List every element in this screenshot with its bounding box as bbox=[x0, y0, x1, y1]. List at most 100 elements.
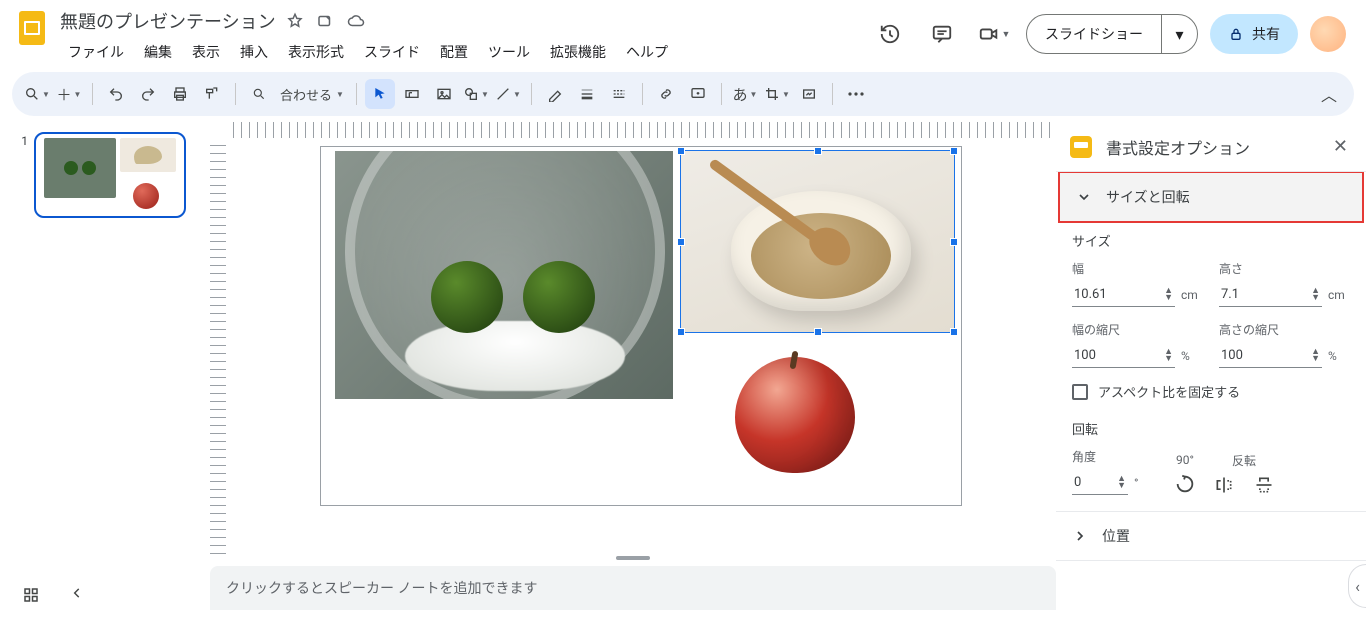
menu-arrange[interactable]: 配置 bbox=[432, 38, 476, 66]
height-input[interactable]: 7.1▲▼ bbox=[1219, 283, 1322, 307]
format-options-title: 書式設定オプション bbox=[1106, 135, 1250, 159]
flip-vertical-button[interactable] bbox=[1254, 475, 1274, 495]
section-position-header[interactable]: 位置 bbox=[1056, 512, 1366, 560]
vertical-ruler bbox=[210, 138, 226, 554]
comments-icon[interactable] bbox=[922, 14, 962, 54]
history-icon[interactable] bbox=[870, 14, 910, 54]
star-icon[interactable] bbox=[286, 12, 304, 30]
height-scale-input[interactable]: 100▲▼ bbox=[1219, 344, 1322, 368]
resize-handle-br[interactable] bbox=[950, 328, 958, 336]
slide-image-bowl[interactable] bbox=[335, 151, 673, 399]
width-input[interactable]: 10.61▲▼ bbox=[1072, 283, 1175, 307]
border-weight-button[interactable] bbox=[572, 79, 602, 109]
width-scale-label: 幅の縮尺 bbox=[1072, 321, 1203, 338]
search-menus-button[interactable]: ▼ bbox=[22, 79, 52, 109]
menu-tools[interactable]: ツール bbox=[480, 38, 538, 66]
menu-insert[interactable]: 挿入 bbox=[232, 38, 276, 66]
menu-edit[interactable]: 編集 bbox=[136, 38, 180, 66]
toolbar: ▼ ＋▼ 合わせる▼ ▼ ▼ あ▼ ▼ ︿ bbox=[12, 72, 1354, 116]
slide-number-1: 1 bbox=[18, 132, 28, 218]
notes-resize-handle[interactable] bbox=[616, 556, 650, 560]
rotate-90-label: 90° bbox=[1176, 453, 1194, 467]
comment-button[interactable] bbox=[683, 79, 713, 109]
rotation-subheading: 回転 bbox=[1072, 419, 1350, 438]
slideshow-dropdown[interactable]: ▾ bbox=[1161, 15, 1197, 53]
resize-handle-bl[interactable] bbox=[677, 328, 685, 336]
grid-view-icon[interactable] bbox=[22, 586, 40, 604]
chevron-right-icon bbox=[1072, 528, 1088, 544]
cloud-status-icon[interactable] bbox=[346, 12, 366, 30]
slide-image-apple[interactable] bbox=[713, 341, 883, 491]
undo-button[interactable] bbox=[101, 79, 131, 109]
zoom-button[interactable] bbox=[244, 79, 274, 109]
paint-format-button[interactable] bbox=[197, 79, 227, 109]
section-size-rotate-header[interactable]: サイズと回転 bbox=[1058, 171, 1364, 223]
height-scale-label: 高さの縮尺 bbox=[1219, 321, 1350, 338]
section-position-label: 位置 bbox=[1102, 526, 1130, 546]
resize-handle-tr[interactable] bbox=[950, 147, 958, 155]
menu-view[interactable]: 表示 bbox=[184, 38, 228, 66]
angle-unit: ° bbox=[1134, 476, 1156, 490]
resize-handle-mr[interactable] bbox=[950, 238, 958, 246]
resize-handle-tl[interactable] bbox=[677, 147, 685, 155]
link-button[interactable] bbox=[651, 79, 681, 109]
size-subheading: サイズ bbox=[1072, 231, 1350, 250]
close-panel-button[interactable]: ✕ bbox=[1329, 132, 1352, 161]
rotate-90-button[interactable] bbox=[1174, 473, 1196, 495]
menu-format[interactable]: 表示形式 bbox=[280, 38, 352, 66]
reset-image-button[interactable] bbox=[794, 79, 824, 109]
menu-bar: ファイル 編集 表示 挿入 表示形式 スライド 配置 ツール 拡張機能 ヘルプ bbox=[60, 38, 676, 66]
resize-handle-bm[interactable] bbox=[814, 328, 822, 336]
document-title[interactable]: 無題のプレゼンテーション bbox=[60, 8, 276, 34]
lock-icon bbox=[1228, 26, 1244, 42]
width-scale-unit: % bbox=[1181, 349, 1203, 363]
flip-horizontal-button[interactable] bbox=[1214, 475, 1234, 495]
height-label: 高さ bbox=[1219, 260, 1350, 277]
print-button[interactable] bbox=[165, 79, 195, 109]
lock-aspect-checkbox[interactable]: アスペクト比を固定する bbox=[1072, 382, 1350, 401]
shape-tool[interactable]: ▼ bbox=[461, 79, 491, 109]
flip-label: 反転 bbox=[1232, 452, 1256, 469]
menu-extensions[interactable]: 拡張機能 bbox=[542, 38, 614, 66]
speaker-notes[interactable]: クリックするとスピーカー ノートを追加できます bbox=[210, 566, 1056, 610]
new-slide-button[interactable]: ＋▼ bbox=[54, 79, 84, 109]
border-dash-button[interactable] bbox=[604, 79, 634, 109]
border-color-button[interactable] bbox=[540, 79, 570, 109]
width-unit: cm bbox=[1181, 288, 1203, 302]
redo-button[interactable] bbox=[133, 79, 163, 109]
slideshow-label: スライドショー bbox=[1027, 24, 1161, 44]
select-tool[interactable] bbox=[365, 79, 395, 109]
angle-input[interactable]: 0▲▼ bbox=[1072, 471, 1128, 495]
height-scale-unit: % bbox=[1328, 349, 1350, 363]
horizontal-ruler bbox=[226, 122, 1056, 138]
slideshow-button[interactable]: スライドショー ▾ bbox=[1026, 14, 1198, 54]
menu-file[interactable]: ファイル bbox=[60, 38, 132, 66]
filmstrip-collapse-icon[interactable] bbox=[70, 586, 84, 604]
collapse-toolbar-button[interactable]: ︿ bbox=[1314, 82, 1344, 106]
menu-slide[interactable]: スライド bbox=[356, 38, 428, 66]
meet-icon[interactable]: ▼ bbox=[974, 14, 1014, 54]
share-button[interactable]: 共有 bbox=[1210, 14, 1298, 54]
slide-canvas[interactable] bbox=[320, 146, 962, 506]
slide-thumbnail-1[interactable] bbox=[34, 132, 186, 218]
slides-app-icon[interactable] bbox=[12, 8, 52, 48]
share-label: 共有 bbox=[1252, 24, 1280, 44]
width-scale-input[interactable]: 100▲▼ bbox=[1072, 344, 1175, 368]
move-icon[interactable] bbox=[316, 12, 334, 30]
crop-button[interactable]: ▼ bbox=[762, 79, 792, 109]
line-tool[interactable]: ▼ bbox=[493, 79, 523, 109]
slide-image-sesame-selected[interactable] bbox=[681, 151, 954, 332]
zoom-fit-dropdown[interactable]: 合わせる▼ bbox=[276, 79, 348, 109]
resize-handle-ml[interactable] bbox=[677, 238, 685, 246]
image-tool[interactable] bbox=[429, 79, 459, 109]
replace-image-button[interactable]: あ▼ bbox=[730, 79, 760, 109]
menu-help[interactable]: ヘルプ bbox=[618, 38, 676, 66]
section-size-rotate-label: サイズと回転 bbox=[1106, 187, 1190, 207]
more-tools-button[interactable] bbox=[841, 79, 871, 109]
chevron-down-icon bbox=[1076, 189, 1092, 205]
angle-label: 角度 bbox=[1072, 448, 1156, 465]
lock-aspect-label: アスペクト比を固定する bbox=[1098, 382, 1240, 401]
account-avatar[interactable] bbox=[1310, 16, 1346, 52]
resize-handle-tm[interactable] bbox=[814, 147, 822, 155]
textbox-tool[interactable] bbox=[397, 79, 427, 109]
